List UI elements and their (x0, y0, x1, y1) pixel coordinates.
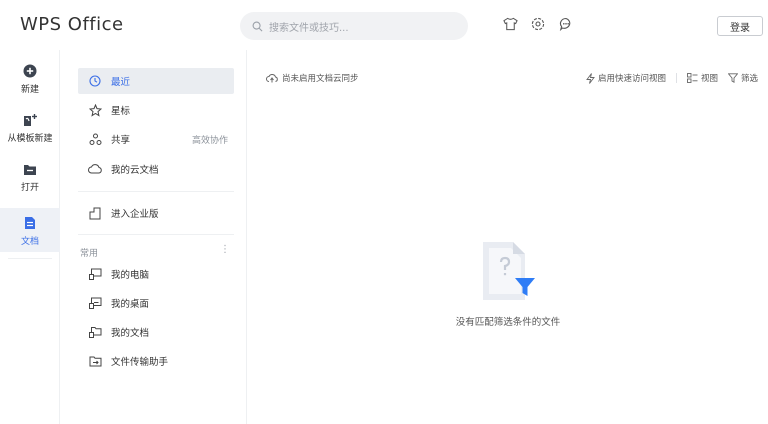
nav-divider (78, 234, 234, 235)
toolbar-divider (675, 73, 677, 83)
nav-item-label: 我的文档 (111, 328, 150, 339)
cloud-sync-text: 尚未启用文档云同步 (282, 74, 359, 84)
lightning-icon (586, 72, 595, 84)
nav-item-label: 共享 (111, 135, 131, 146)
documents-folder-icon (88, 325, 102, 339)
star-icon (88, 103, 102, 117)
header: WPS Office 搜索文件或技巧... 登录 (0, 0, 768, 50)
filter-label: 筛选 (740, 74, 758, 84)
nav-item-my-computer[interactable]: 我的电脑 (78, 261, 234, 287)
share-icon (88, 132, 102, 146)
nav-item-my-documents[interactable]: 我的文档 (78, 319, 234, 345)
rail-label: 打开 (20, 183, 39, 193)
nav-item-label: 进入企业版 (111, 209, 159, 220)
main-content: 尚未启用文档云同步 启用快速访问视图 视图 筛选 没有匹配筛选条件的文件 (248, 50, 768, 424)
view-label: 视图 (700, 74, 718, 84)
filter-icon (727, 73, 738, 83)
nav-item-label: 我的桌面 (111, 299, 150, 310)
cloud-sync-link[interactable]: 尚未启用文档云同步 (266, 72, 359, 84)
nav-item-label: 最近 (111, 77, 131, 88)
rail-label: 文档 (20, 237, 39, 247)
settings-icon[interactable] (530, 16, 546, 32)
folder-icon (24, 165, 36, 175)
feedback-icon[interactable] (558, 16, 574, 32)
view-grid-icon (687, 73, 698, 83)
left-rail: 新建 从模板新建 打开 文档 (0, 50, 60, 424)
rail-divider (8, 258, 52, 259)
rail-label: 新建 (20, 85, 39, 95)
search-icon (252, 21, 263, 31)
quick-view-button[interactable]: 启用快速访问视图 (586, 72, 666, 84)
search-input[interactable]: 搜索文件或技巧... (240, 12, 468, 40)
more-icon[interactable]: ⋮ (220, 244, 230, 255)
rail-item-template[interactable]: 从模板新建 (0, 113, 60, 149)
cloud-sync-icon (266, 74, 278, 83)
quick-view-label: 启用快速访问视图 (597, 74, 666, 84)
view-button[interactable]: 视图 (687, 72, 718, 84)
empty-state: 没有匹配筛选条件的文件 (248, 238, 768, 328)
nav-item-cloud-docs[interactable]: 我的云文档 (78, 156, 234, 182)
skin-icon[interactable] (502, 16, 518, 32)
plus-circle-icon (23, 64, 37, 78)
wps-office-window: WPS Office 搜索文件或技巧... 登录 新建 从模板新建 打开 文档 … (0, 0, 768, 424)
nav-item-label: 星标 (111, 106, 131, 117)
nav-divider (78, 191, 234, 192)
empty-state-message: 没有匹配筛选条件的文件 (455, 317, 561, 328)
nav-item-shared[interactable]: 共享 高效协作 (78, 126, 234, 152)
enterprise-icon (88, 206, 102, 220)
filter-button[interactable]: 筛选 (727, 72, 758, 84)
empty-filter-illustration-icon (483, 242, 535, 300)
nav-item-file-transfer[interactable]: 文件传输助手 (78, 348, 234, 374)
nav-item-recent[interactable]: 最近 (78, 68, 234, 94)
clock-icon (88, 74, 102, 88)
nav-item-my-desktop[interactable]: 我的桌面 (78, 290, 234, 316)
template-icon (23, 114, 37, 126)
document-icon (25, 217, 35, 229)
rail-item-new[interactable]: 新建 (0, 64, 60, 100)
nav-panel: 最近 星标 共享 高效协作 我的云文档 进入企业版 常用 ⋮ 我的电脑 我的桌面… (60, 50, 247, 424)
app-logo: WPS Office (20, 14, 124, 35)
cloud-icon (88, 162, 102, 176)
nav-item-starred[interactable]: 星标 (78, 97, 234, 123)
rail-label: 从模板新建 (7, 134, 53, 144)
login-button[interactable]: 登录 (717, 16, 763, 36)
nav-item-label: 我的电脑 (111, 270, 150, 281)
rail-item-documents[interactable]: 文档 (0, 208, 60, 252)
rail-item-open[interactable]: 打开 (0, 163, 60, 199)
nav-item-enterprise[interactable]: 进入企业版 (78, 200, 234, 226)
nav-item-label: 文件传输助手 (111, 357, 169, 368)
search-placeholder: 搜索文件或技巧... (269, 22, 349, 34)
computer-icon (88, 267, 102, 281)
desktop-icon (88, 296, 102, 310)
collaboration-link[interactable]: 高效协作 (192, 133, 228, 146)
transfer-icon (88, 354, 102, 368)
nav-section-title: 常用 (80, 249, 99, 259)
nav-item-label: 我的云文档 (111, 165, 159, 176)
